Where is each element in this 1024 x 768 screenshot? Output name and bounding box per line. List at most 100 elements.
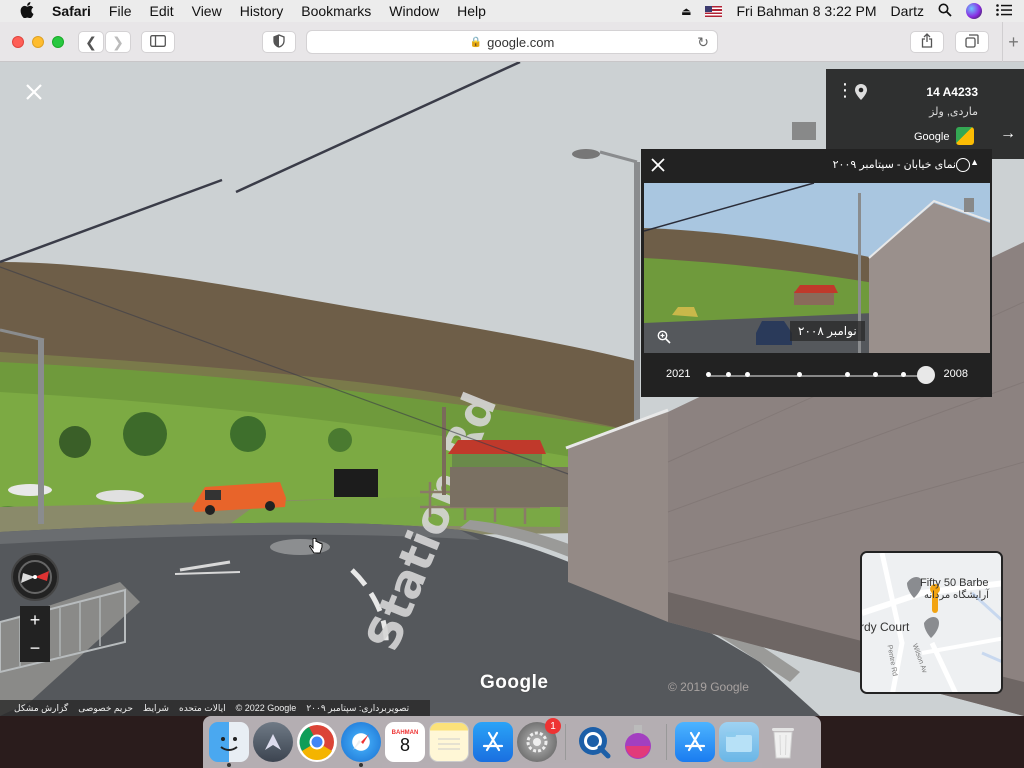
menu-window[interactable]: Window bbox=[389, 3, 439, 19]
notification-center-icon[interactable] bbox=[996, 3, 1012, 19]
menubar-user[interactable]: Dartz bbox=[891, 3, 924, 19]
dock-separator bbox=[666, 724, 667, 760]
zoom-in-icon[interactable] bbox=[650, 325, 678, 349]
system-preferences-icon[interactable]: 1 bbox=[517, 718, 561, 762]
location-address: 14 A4233 bbox=[926, 85, 978, 99]
close-street-view-button[interactable] bbox=[22, 82, 46, 106]
chrome-icon[interactable] bbox=[297, 722, 337, 762]
slider-stop[interactable] bbox=[873, 372, 878, 377]
chevron-left-icon: ❮ bbox=[85, 33, 97, 50]
mini-map-label[interactable]: rdy Court bbox=[862, 620, 909, 634]
slider-stop[interactable] bbox=[706, 372, 711, 377]
us-flag-input-icon[interactable] bbox=[705, 5, 723, 17]
slider-year-start: 2021 bbox=[666, 368, 691, 380]
forward-button[interactable]: ❯ bbox=[105, 31, 131, 53]
address-bar[interactable]: 🔒 google.com ↻ bbox=[306, 30, 718, 54]
siri-icon[interactable] bbox=[966, 3, 982, 19]
mini-map-label[interactable]: آرایشگاه مردانه bbox=[924, 590, 989, 601]
slider-stop[interactable] bbox=[745, 372, 750, 377]
compass-control[interactable] bbox=[11, 553, 59, 601]
close-icon bbox=[26, 84, 42, 100]
slider-track[interactable] bbox=[707, 375, 931, 377]
share-icon bbox=[921, 33, 933, 51]
google-watermark: Google bbox=[480, 672, 549, 693]
terms-link[interactable]: شرایط bbox=[143, 703, 169, 714]
finder-icon[interactable] bbox=[209, 722, 249, 767]
plus-icon: + bbox=[1008, 31, 1019, 52]
report-problem-link[interactable]: گزارش مشکل bbox=[14, 703, 68, 714]
region-link[interactable]: ایالات متحده bbox=[179, 703, 226, 714]
new-tab-button[interactable]: + bbox=[1002, 22, 1024, 62]
gpu-app-icon[interactable] bbox=[618, 722, 658, 762]
dock-separator bbox=[565, 724, 566, 760]
menu-view[interactable]: View bbox=[192, 3, 222, 19]
time-travel-slider[interactable]: 2021 2008 bbox=[641, 359, 992, 389]
app-store-icon[interactable] bbox=[473, 722, 513, 762]
more-options-icon[interactable]: ⋮ bbox=[836, 81, 854, 99]
trash-icon[interactable] bbox=[763, 722, 803, 762]
arrow-right-icon[interactable]: → bbox=[1000, 125, 1016, 143]
menu-help[interactable]: Help bbox=[457, 3, 486, 19]
slider-stop[interactable] bbox=[901, 372, 906, 377]
menu-bookmarks[interactable]: Bookmarks bbox=[301, 3, 371, 19]
google-maps-icon[interactable] bbox=[956, 127, 974, 145]
sidebar-button[interactable] bbox=[141, 31, 175, 53]
downloads-folder-icon[interactable] bbox=[719, 722, 759, 762]
history-clock-icon[interactable] bbox=[956, 158, 970, 172]
slider-handle[interactable] bbox=[917, 366, 935, 384]
apple-icon[interactable] bbox=[20, 1, 38, 21]
running-indicator bbox=[359, 763, 363, 767]
slider-year-end: 2008 bbox=[943, 368, 968, 380]
menu-app-safari[interactable]: Safari bbox=[52, 3, 91, 19]
zoom-in-button[interactable]: + bbox=[30, 610, 41, 631]
location-card: ⋮ 14 A4233 ماردی, ولز Google → bbox=[826, 69, 1024, 159]
menu-bar: Safari File Edit View History Bookmarks … bbox=[0, 0, 1024, 22]
share-button[interactable] bbox=[910, 31, 944, 53]
close-time-travel-button[interactable] bbox=[651, 155, 665, 178]
menubar-status-area: ⏏ Fri Bahman 8 3:22 PM Dartz bbox=[681, 0, 1012, 22]
zoom-out-button[interactable]: − bbox=[30, 638, 41, 659]
lock-icon: 🔒 bbox=[469, 36, 483, 48]
shield-icon bbox=[273, 33, 285, 51]
safari-icon[interactable] bbox=[341, 722, 381, 767]
menu-edit[interactable]: Edit bbox=[149, 3, 173, 19]
location-region: ماردی, ولز bbox=[929, 106, 978, 118]
spotlight-search-icon[interactable] bbox=[938, 3, 952, 20]
calendar-icon[interactable]: BAHMAN 8 bbox=[385, 722, 425, 762]
calendar-day: 8 bbox=[399, 735, 410, 755]
street-view-canvas[interactable]: Station Rd Google © 2019 Google ⋮ 14 A42… bbox=[0, 62, 1024, 716]
quicktime-icon[interactable] bbox=[574, 722, 614, 762]
eject-icon[interactable]: ⏏ bbox=[681, 5, 691, 18]
window-minimize-button[interactable] bbox=[32, 36, 44, 48]
reload-icon[interactable]: ↻ bbox=[697, 34, 709, 51]
running-indicator bbox=[227, 763, 231, 767]
address-url: google.com bbox=[487, 34, 555, 50]
back-button[interactable]: ❮ bbox=[78, 31, 104, 53]
thumbnail-date-badge: نوامبر ۲۰۰۸ bbox=[790, 321, 865, 341]
mini-map-label[interactable]: Fifty 50 Barbe bbox=[920, 577, 988, 589]
chevron-right-icon: ❯ bbox=[112, 33, 124, 50]
google-maps-label[interactable]: Google bbox=[914, 131, 949, 143]
privacy-report-button[interactable] bbox=[262, 31, 296, 53]
privacy-link[interactable]: حریم خصوصی bbox=[78, 703, 133, 714]
window-zoom-button[interactable] bbox=[52, 36, 64, 48]
menu-history[interactable]: History bbox=[240, 3, 284, 19]
window-close-button[interactable] bbox=[12, 36, 24, 48]
map-pin-icon[interactable] bbox=[854, 83, 868, 101]
tab-overview-button[interactable] bbox=[955, 31, 989, 53]
mini-map[interactable]: Fifty 50 Barbe آرایشگاه مردانه rdy Court… bbox=[860, 551, 1003, 694]
menu-file[interactable]: File bbox=[109, 3, 132, 19]
slider-stop[interactable] bbox=[845, 372, 850, 377]
tabs-icon bbox=[965, 33, 979, 51]
faded-copyright-watermark: © 2019 Google bbox=[668, 680, 749, 694]
app-store-downloads-icon[interactable] bbox=[675, 722, 715, 762]
zoom-controls: + − bbox=[20, 606, 50, 662]
menubar-datetime[interactable]: Fri Bahman 8 3:22 PM bbox=[736, 3, 876, 19]
notes-icon[interactable] bbox=[429, 722, 469, 762]
time-travel-thumbnail[interactable]: نوامبر ۲۰۰۸ bbox=[644, 183, 990, 353]
caret-up-icon[interactable]: ▲ bbox=[970, 157, 979, 167]
slider-stop[interactable] bbox=[797, 372, 802, 377]
launchpad-icon[interactable] bbox=[253, 722, 293, 762]
notification-badge: 1 bbox=[545, 718, 561, 734]
slider-stop[interactable] bbox=[726, 372, 731, 377]
